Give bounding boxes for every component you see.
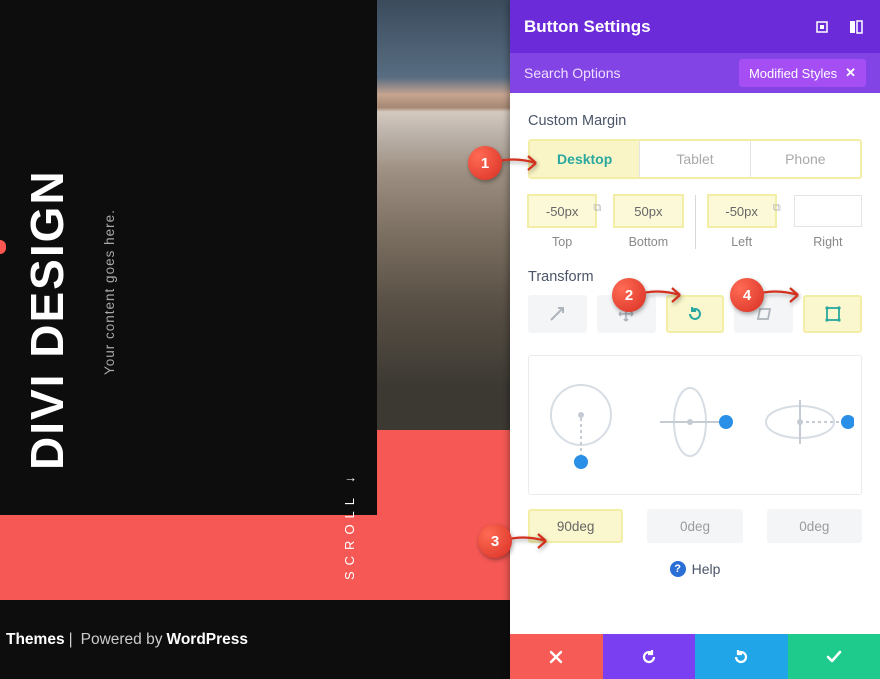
margin-bottom-label: Bottom [614,235,682,249]
margin-bottom-input-wrap [614,195,682,227]
scale-icon [548,305,566,323]
margin-left-label: Left [708,235,776,249]
redo-icon [732,648,750,666]
save-button[interactable] [788,634,880,679]
undo-button[interactable] [603,634,696,679]
footer-wordpress[interactable]: WordPress [166,631,248,649]
undo-icon [640,648,658,666]
help-row[interactable]: ? Help [528,561,862,577]
rotate-icon [686,305,704,323]
link-icon[interactable]: ⧉ [767,202,787,222]
transform-visualizer[interactable] [528,355,862,495]
footer-themes[interactable]: Themes [6,631,65,649]
margin-top-group: ⧉ Top [528,195,596,249]
rotate-z-viz [536,370,626,480]
annotation-4-badge: 4 [730,278,764,312]
footer-sep: | [69,631,73,649]
transform-title: Transform [528,269,862,285]
tab-phone[interactable]: Phone [750,141,860,177]
margin-row: ⧉ Top Bottom ⧉ Left [528,195,862,249]
scroll-label: SCROLL ↓ [342,470,357,580]
margin-top-input[interactable] [529,204,595,219]
margin-right-input[interactable] [795,204,861,219]
panel-body: Custom Margin Desktop Tablet Phone ⧉ Top… [510,93,880,634]
rotate-y-viz [640,370,740,480]
margin-left-group: ⧉ Left [708,195,776,249]
annotation-3: 3 [478,524,548,558]
annotation-1: 1 [468,146,538,180]
margin-right-label: Right [794,235,862,249]
margin-right-input-wrap [794,195,862,227]
help-label: Help [692,561,721,577]
margin-bottom-group: Bottom [614,195,682,249]
tab-tablet[interactable]: Tablet [639,141,749,177]
device-tabs: Desktop Tablet Phone [528,139,862,179]
transform-tab-origin[interactable] [803,295,862,333]
margin-top-input-wrap: ⧉ [528,195,596,227]
page-subhead: Your content goes here. [102,209,117,375]
redo-button[interactable] [695,634,788,679]
degree-row: 90deg 0deg 0deg [528,509,862,543]
margin-divider [695,195,696,249]
help-icon: ? [670,561,686,577]
custom-margin-title: Custom Margin [528,113,862,129]
margin-left-input[interactable] [709,204,775,219]
annotation-3-badge: 3 [478,524,512,558]
footer: Themes | Powered by WordPress [0,600,510,679]
annotation-4: 4 [730,278,800,312]
transform-tab-scale[interactable] [528,295,587,333]
annotation-2: 2 [612,278,682,312]
hero-photo [377,0,510,430]
panel-subheader: Search Options Modified Styles ✕ [510,53,880,93]
margin-bottom-input[interactable] [615,204,681,219]
cancel-button[interactable] [510,634,603,679]
margin-left-input-wrap: ⧉ [708,195,776,227]
link-icon[interactable]: ⧉ [587,202,607,222]
panel-header: Button Settings [510,0,880,53]
snap-icon[interactable] [846,17,866,37]
page-title: DIVI DESIGN [20,169,74,470]
origin-icon [824,305,842,323]
panel-title: Button Settings [524,17,651,37]
search-options[interactable]: Search Options [524,65,621,81]
expand-icon[interactable] [812,17,832,37]
deg-y-value[interactable]: 0deg [647,509,742,543]
button-settings-panel: Button Settings Search Options Modified … [510,0,880,679]
modified-styles-label: Modified Styles [749,66,837,81]
margin-right-group: Right [794,195,862,249]
annotation-2-badge: 2 [612,278,646,312]
panel-action-bar [510,634,880,679]
annotation-1-badge: 1 [468,146,502,180]
rotate-x-viz [754,370,854,480]
check-icon [825,648,843,666]
close-icon[interactable]: ✕ [845,65,856,81]
tab-desktop[interactable]: Desktop [530,141,639,177]
modified-styles-pill[interactable]: Modified Styles ✕ [739,59,866,87]
footer-powered: Powered by [81,631,163,649]
margin-top-label: Top [528,235,596,249]
transform-tabs [528,295,862,333]
deg-x-value[interactable]: 0deg [767,509,862,543]
close-icon [548,649,564,665]
